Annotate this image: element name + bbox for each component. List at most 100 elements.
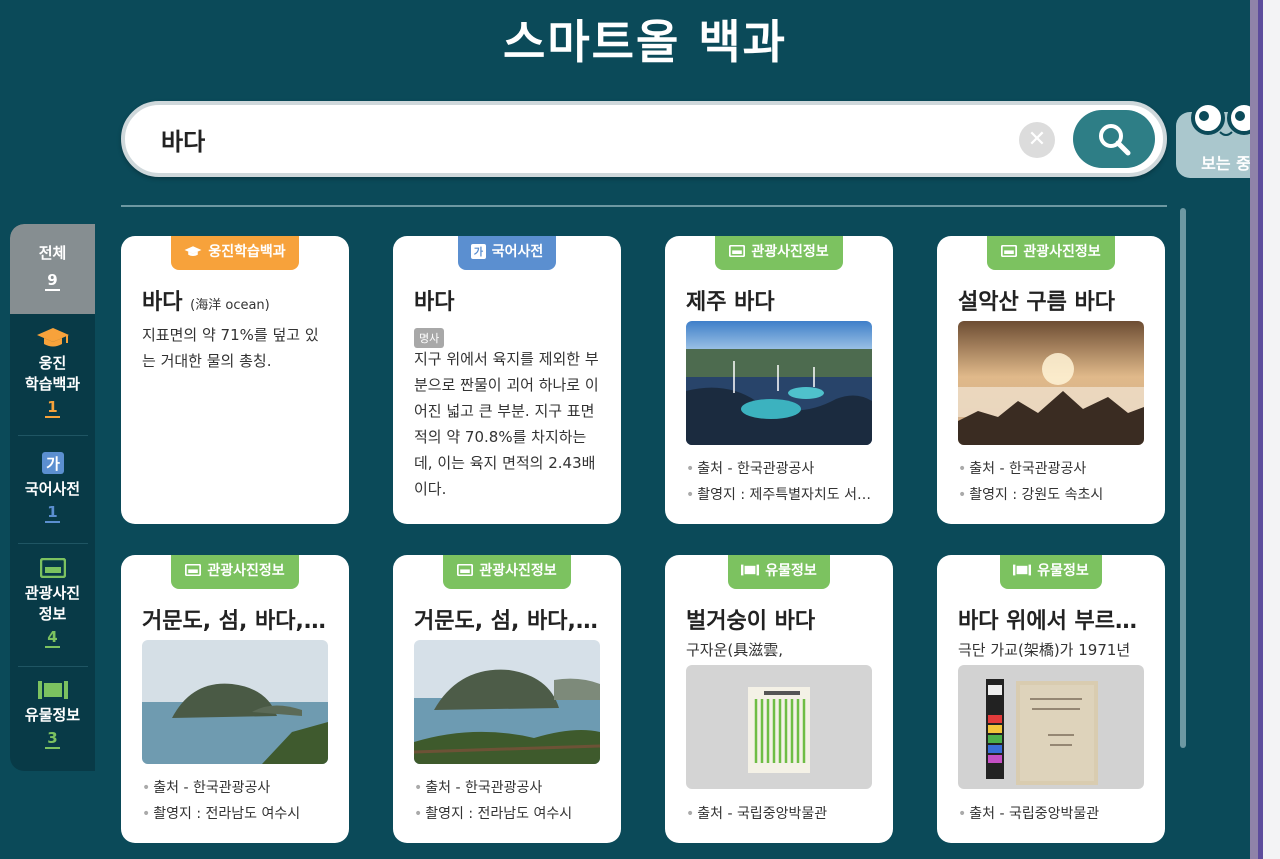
card-badge: 유물정보 bbox=[1000, 555, 1102, 589]
card-badge: 관광사진정보 bbox=[171, 555, 299, 589]
close-icon: ✕ bbox=[1027, 127, 1047, 152]
card-title: 바다 bbox=[414, 290, 455, 315]
card-location: • 촬영지 : 전라남도 여수시 bbox=[414, 806, 573, 822]
card-title: 바다 (海洋 ocean) bbox=[142, 290, 270, 315]
photo-card-icon bbox=[1001, 245, 1018, 257]
category-label: 유물정보 bbox=[24, 706, 81, 724]
card-badge-label: 관광사진정보 bbox=[207, 563, 285, 579]
result-card[interactable]: 유물정보 벌거숭이 바다 구자운(具滋雲, • 출처 - 국립중앙박물관 bbox=[665, 555, 893, 843]
card-badge-label: 관광사진정보 bbox=[751, 244, 829, 260]
card-subtitle: 극단 가교(架橋)가 1971년 bbox=[958, 641, 1131, 659]
app-title: 스마트올 백과 bbox=[503, 15, 787, 69]
result-card[interactable]: 웅진학습백과 바다 (海洋 ocean) 지표면의 약 71%를 덮고 있는 거… bbox=[121, 236, 349, 524]
category-tour-photos[interactable]: 관광사진 정보 4 bbox=[10, 558, 95, 658]
result-card[interactable]: 가 국어사전 바다 명사 지구 위에서 육지를 제외한 부분으로 짠물이 괴어 … bbox=[393, 236, 621, 524]
category-label: 국어사전 bbox=[24, 480, 81, 498]
card-badge: 웅진학습백과 bbox=[171, 236, 299, 270]
card-badge-label: 웅진학습백과 bbox=[208, 244, 286, 260]
card-title: 바다 위에서 부르는 노래 bbox=[958, 609, 1148, 634]
search-button[interactable] bbox=[1073, 110, 1155, 168]
category-label: 관광사진 bbox=[24, 584, 81, 602]
card-badge-label: 유물정보 bbox=[765, 563, 817, 579]
search-icon bbox=[1099, 124, 1131, 156]
card-title: 벌거숭이 바다 bbox=[686, 609, 816, 634]
category-label: 웅진 bbox=[38, 354, 67, 372]
film-relic-icon bbox=[741, 564, 760, 576]
result-card[interactable]: 유물정보 바다 위에서 부르는 노래 극단 가교(架橋)가 1971년 •출처 … bbox=[937, 555, 1165, 843]
book-cover-photo bbox=[686, 665, 872, 789]
card-source: • 출처 - 한국관광공사 bbox=[686, 461, 815, 477]
photo-card-icon bbox=[729, 245, 746, 257]
category-label: 전체 bbox=[38, 244, 67, 262]
card-badge-label: 유물정보 bbox=[1037, 563, 1089, 579]
film-relic-icon bbox=[1013, 564, 1032, 576]
graduation-cap-icon bbox=[184, 246, 202, 257]
window-edge-panel bbox=[1263, 0, 1280, 859]
clear-search-button[interactable]: ✕ bbox=[1019, 122, 1055, 158]
card-source: • 출처 - 한국관광공사 bbox=[142, 780, 271, 796]
category-dictionary[interactable]: 가 국어사전 1 bbox=[10, 452, 95, 542]
divider bbox=[121, 205, 1167, 207]
card-source: • 출처 - 국립중앙박물관 bbox=[958, 806, 1100, 822]
photo-card-icon bbox=[457, 564, 474, 576]
card-source: • 출처 - 국립중앙박물관 bbox=[686, 806, 828, 822]
card-badge: 관광사진정보 bbox=[443, 555, 571, 589]
card-title: 거문도, 섬, 바다, 해안 bbox=[414, 609, 604, 634]
ga-dictionary-icon: 가 bbox=[470, 243, 486, 259]
card-badge: 가 국어사전 bbox=[458, 236, 556, 270]
svg-text:가: 가 bbox=[474, 245, 484, 258]
card-badge-label: 관광사진정보 bbox=[1023, 244, 1101, 260]
category-label: 정보 bbox=[38, 605, 67, 623]
card-badge: 관광사진정보 bbox=[987, 236, 1115, 270]
result-card[interactable]: 관광사진정보 거문도, 섬, 바다, 해안 • 출처 - 한국관광공사 • 촬영지 … bbox=[393, 555, 621, 843]
card-subtitle: 구자운(具滋雲, bbox=[686, 641, 784, 659]
search-input[interactable] bbox=[161, 121, 1001, 157]
film-relic-icon bbox=[37, 681, 68, 699]
old-document-photo bbox=[958, 665, 1144, 789]
graduation-cap-icon bbox=[36, 328, 69, 347]
card-badge: 유물정보 bbox=[728, 555, 830, 589]
window-edge bbox=[1250, 0, 1258, 859]
photo-card-icon bbox=[39, 558, 66, 578]
result-card[interactable]: 관광사진정보 제주 바다 • 출처 - 한국관광공사 • 촬영지 : 제주특별자치도… bbox=[665, 236, 893, 524]
ga-dictionary-icon: 가 bbox=[41, 452, 64, 474]
card-description: 지표면의 약 71%를 덮고 있는 거대한 물의 총칭. bbox=[142, 326, 319, 370]
card-hanja: (海洋 ocean) bbox=[190, 298, 270, 313]
geomundo-island-photo bbox=[414, 640, 600, 764]
category-separator bbox=[18, 666, 88, 667]
category-all[interactable]: 전체 9 bbox=[10, 224, 95, 314]
scrollbar[interactable] bbox=[1180, 208, 1186, 748]
result-card[interactable]: 관광사진정보 거문도, 섬, 바다, 해안 • 출처 - 한국관광공사 • 촬영지 … bbox=[121, 555, 349, 843]
geomundo-island-photo bbox=[142, 640, 328, 764]
category-sidebar: 전체 9 웅진 학습백과 1 가 국어사전 1 관광사진 정보 4 유물정보 3 bbox=[10, 224, 95, 771]
category-separator bbox=[18, 543, 88, 544]
part-of-speech-tag: 명사 bbox=[414, 328, 445, 348]
category-count: 1 bbox=[45, 503, 60, 523]
result-card[interactable]: 관광사진정보 설악산 구름 바다 • 출처 - 한국관광공사 • 촬영지 : 강원도… bbox=[937, 236, 1165, 524]
card-location: • 촬영지 : 전라남도 여수시 bbox=[142, 806, 301, 822]
jeju-coast-photo bbox=[686, 321, 872, 445]
search-bar: ✕ bbox=[121, 101, 1167, 177]
card-badge-label: 국어사전 bbox=[491, 244, 544, 260]
seoraksan-clouds-photo bbox=[958, 321, 1144, 445]
card-title: 제주 바다 bbox=[686, 290, 775, 315]
photo-card-icon bbox=[185, 564, 202, 576]
card-description: 지구 위에서 육지를 제외한 부분으로 짠물이 괴어 하나로 이어진 넓고 큰 … bbox=[414, 350, 599, 498]
category-woongjin[interactable]: 웅진 학습백과 1 bbox=[10, 326, 95, 426]
category-label: 학습백과 bbox=[24, 375, 81, 393]
card-location: • 촬영지 : 제주특별자치도 서귀포시 bbox=[686, 487, 878, 503]
category-count: 3 bbox=[45, 729, 60, 749]
category-count: 1 bbox=[45, 398, 60, 418]
category-separator bbox=[18, 435, 88, 436]
category-count: 4 bbox=[45, 628, 60, 648]
card-badge-label: 관광사진정보 bbox=[479, 563, 557, 579]
card-location: • 촬영지 : 강원도 속초시 bbox=[958, 487, 1104, 503]
category-relics[interactable]: 유물정보 3 bbox=[10, 680, 95, 770]
card-title: 설악산 구름 바다 bbox=[958, 290, 1115, 315]
card-source: • 출처 - 한국관광공사 bbox=[414, 780, 543, 796]
svg-text:가: 가 bbox=[46, 455, 60, 473]
card-title: 거문도, 섬, 바다, 해안 bbox=[142, 609, 332, 634]
card-source: • 출처 - 한국관광공사 bbox=[958, 461, 1087, 477]
category-count: 9 bbox=[45, 271, 60, 291]
card-badge: 관광사진정보 bbox=[715, 236, 843, 270]
